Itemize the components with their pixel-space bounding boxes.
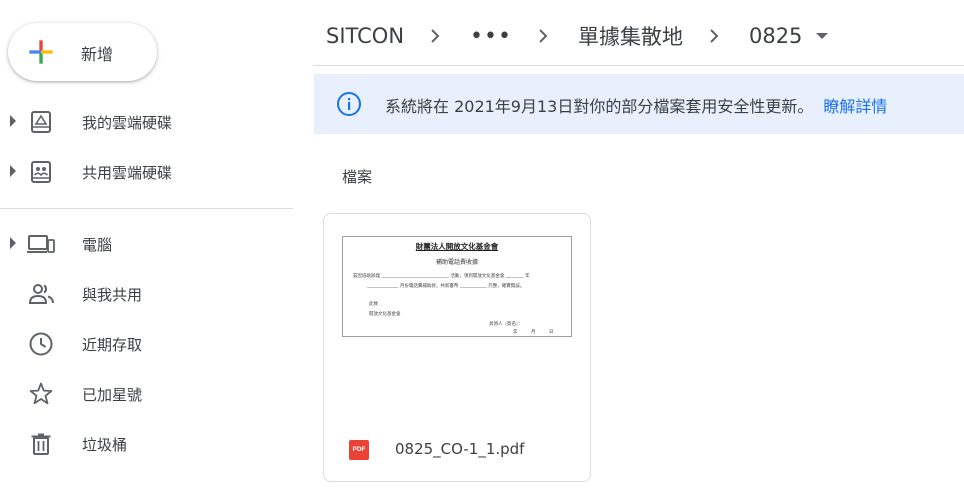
sidebar-item-shared-with-me[interactable]: 與我共用 xyxy=(0,273,293,313)
preview-line: 年 月 日 xyxy=(513,330,554,335)
preview-line: 開放文化基金會 xyxy=(369,312,401,317)
sidebar: 新增 我的雲端硬碟 共用雲端硬碟 電腦 與我共用 近期存取 已加星號 垃圾桶 xyxy=(0,0,293,500)
sidebar-divider xyxy=(0,208,293,209)
my-drive-icon xyxy=(31,111,51,133)
shared-with-me-icon xyxy=(28,284,54,304)
security-update-banner: 系統將在 2021年9月13日對你的部分檔案套用安全性更新。 瞭解詳情 xyxy=(314,74,964,134)
sidebar-item-label: 電腦 xyxy=(82,236,113,254)
folder-menu-dropdown-icon[interactable] xyxy=(816,33,829,39)
banner-message: 系統將在 2021年9月13日對你的部分檔案套用安全性更新。 xyxy=(385,97,814,116)
preview-line: 此致 xyxy=(369,302,378,307)
new-button-label: 新增 xyxy=(81,45,114,64)
file-name: 0825_CO-1_1.pdf xyxy=(395,440,525,458)
breadcrumb-root[interactable]: SITCON xyxy=(326,24,404,48)
files-section-title: 檔案 xyxy=(342,168,373,186)
file-card[interactable]: 財團法人開放文化基金會 補助電話費收據 茲因協助辦理 _____________… xyxy=(323,213,591,482)
sidebar-item-shared-drives[interactable]: 共用雲端硬碟 xyxy=(0,151,293,191)
sidebar-item-starred[interactable]: 已加星號 xyxy=(0,373,293,413)
recent-icon xyxy=(29,332,53,356)
preview-title: 財團法人開放文化基金會 xyxy=(415,242,499,251)
sidebar-item-label: 我的雲端硬碟 xyxy=(82,114,173,132)
sidebar-item-label: 已加星號 xyxy=(82,386,143,404)
header-divider xyxy=(313,65,964,66)
learn-more-link[interactable]: 瞭解詳情 xyxy=(823,97,887,116)
sidebar-item-label: 近期存取 xyxy=(82,336,143,354)
breadcrumb-parent[interactable]: 單據集散地 xyxy=(578,21,683,51)
breadcrumb: SITCON ••• 單據集散地 0825 xyxy=(326,20,829,52)
trash-icon xyxy=(31,433,51,455)
file-card-footer: PDF 0825_CO-1_1.pdf xyxy=(324,428,590,472)
sidebar-item-label: 與我共用 xyxy=(82,286,143,304)
sidebar-item-trash[interactable]: 垃圾桶 xyxy=(0,423,293,463)
file-thumbnail: 財團法人開放文化基金會 補助電話費收據 茲因協助辦理 _____________… xyxy=(342,236,572,337)
preview-line: 具領人（簽名）： xyxy=(489,322,523,327)
chevron-right-icon xyxy=(710,29,719,43)
computers-icon xyxy=(27,235,55,253)
chevron-right-icon xyxy=(431,29,440,43)
sidebar-item-computers[interactable]: 電腦 xyxy=(0,223,293,263)
preview-line: ______________ 月份電話費補助款，共新臺幣 ___________… xyxy=(367,284,525,289)
chevron-right-icon xyxy=(539,29,548,43)
sidebar-item-my-drive[interactable]: 我的雲端硬碟 xyxy=(0,101,293,141)
preview-subtitle: 補助電話費收據 xyxy=(435,259,478,266)
info-icon xyxy=(337,92,361,116)
new-button[interactable]: 新增 xyxy=(8,23,157,81)
shared-drives-icon xyxy=(31,161,51,183)
starred-icon xyxy=(29,382,53,405)
breadcrumb-current[interactable]: 0825 xyxy=(749,24,802,48)
expand-caret-icon[interactable] xyxy=(10,165,16,177)
plus-icon xyxy=(29,40,53,64)
expand-caret-icon[interactable] xyxy=(10,237,16,249)
expand-caret-icon[interactable] xyxy=(10,115,16,127)
preview-line: 茲因協助辦理 ______________________________ 活動… xyxy=(353,274,530,279)
sidebar-item-label: 垃圾桶 xyxy=(82,436,128,454)
breadcrumb-more[interactable]: ••• xyxy=(470,24,512,49)
banner-message-wrap: 系統將在 2021年9月13日對你的部分檔案套用安全性更新。 瞭解詳情 xyxy=(385,93,887,117)
sidebar-item-recent[interactable]: 近期存取 xyxy=(0,323,293,363)
pdf-icon: PDF xyxy=(349,440,369,460)
sidebar-item-label: 共用雲端硬碟 xyxy=(82,164,173,182)
